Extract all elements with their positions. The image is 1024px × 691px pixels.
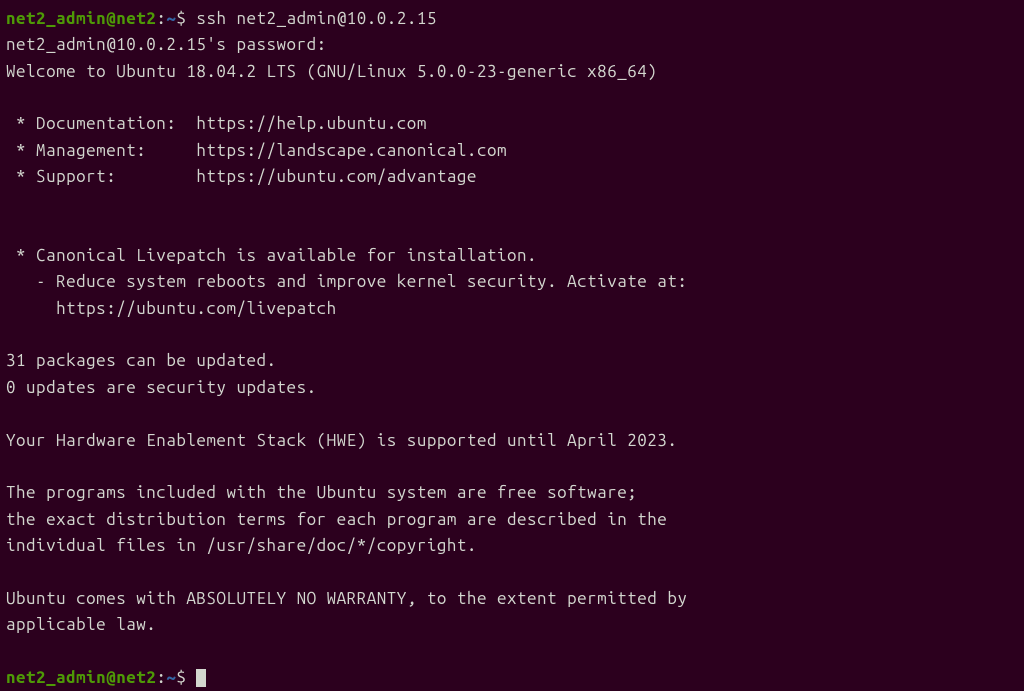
terminal-window[interactable]: net2_admin@net2:~$ ssh net2_admin@10.0.2… [6, 6, 1018, 691]
warranty-line-1: Ubuntu comes with ABSOLUTELY NO WARRANTY… [6, 586, 1018, 612]
prompt-end: $ [176, 9, 196, 28]
blank-line [6, 638, 1018, 664]
prompt-userhost: net2_admin@net2 [6, 9, 156, 28]
hwe-line: Your Hardware Enablement Stack (HWE) is … [6, 428, 1018, 454]
blank-line [6, 454, 1018, 480]
prompt-path: ~ [166, 9, 176, 28]
blank-line [6, 190, 1018, 216]
welcome-banner: Welcome to Ubuntu 18.04.2 LTS (GNU/Linux… [6, 59, 1018, 85]
command-line-1: net2_admin@net2:~$ ssh net2_admin@10.0.2… [6, 6, 1018, 32]
password-prompt: net2_admin@10.0.2.15's password: [6, 32, 1018, 58]
doc-link: * Documentation: https://help.ubuntu.com [6, 111, 1018, 137]
legal-line-2: the exact distribution terms for each pr… [6, 507, 1018, 533]
support-link: * Support: https://ubuntu.com/advantage [6, 164, 1018, 190]
blank-line [6, 322, 1018, 348]
livepatch-line-1: * Canonical Livepatch is available for i… [6, 243, 1018, 269]
blank-line [6, 217, 1018, 243]
mgmt-link: * Management: https://landscape.canonica… [6, 138, 1018, 164]
command-line-2[interactable]: net2_admin@net2:~$ [6, 665, 1018, 691]
updates-line-2: 0 updates are security updates. [6, 375, 1018, 401]
cursor-icon [196, 669, 206, 687]
blank-line [6, 401, 1018, 427]
legal-line-1: The programs included with the Ubuntu sy… [6, 480, 1018, 506]
blank-line [6, 85, 1018, 111]
warranty-line-2: applicable law. [6, 612, 1018, 638]
prompt-path: ~ [166, 668, 176, 687]
updates-line-1: 31 packages can be updated. [6, 348, 1018, 374]
prompt-sep: : [156, 9, 166, 28]
livepatch-line-3: https://ubuntu.com/livepatch [6, 296, 1018, 322]
prompt-end: $ [176, 668, 196, 687]
prompt-userhost: net2_admin@net2 [6, 668, 156, 687]
legal-line-3: individual files in /usr/share/doc/*/cop… [6, 533, 1018, 559]
prompt-sep: : [156, 668, 166, 687]
blank-line [6, 559, 1018, 585]
livepatch-line-2: - Reduce system reboots and improve kern… [6, 269, 1018, 295]
ssh-command: ssh net2_admin@10.0.2.15 [196, 9, 436, 28]
